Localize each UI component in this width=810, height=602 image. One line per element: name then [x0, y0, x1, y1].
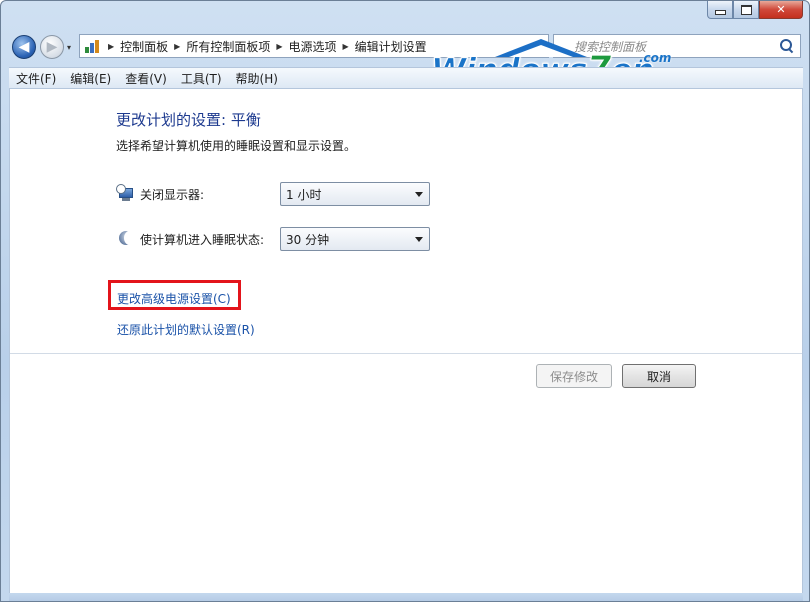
- page-subtitle: 选择希望计算机使用的睡眠设置和显示设置。: [116, 139, 357, 153]
- breadcrumb-separator-icon[interactable]: ▶: [174, 42, 180, 51]
- search-box[interactable]: [553, 34, 801, 58]
- refresh-icon[interactable]: ↻: [528, 35, 548, 57]
- monitor-icon: [116, 184, 134, 202]
- display-off-label: 关闭显示器:: [140, 188, 205, 202]
- forward-button[interactable]: ▶: [40, 35, 64, 59]
- chevron-down-icon: [415, 191, 423, 197]
- breadcrumb-power-options[interactable]: 电源选项: [289, 38, 337, 55]
- caption-buttons: ✕: [707, 1, 803, 19]
- restore-defaults-link[interactable]: 还原此计划的默认设置(R): [117, 321, 255, 338]
- maximize-icon: [740, 4, 752, 15]
- menu-file[interactable]: 文件(F): [9, 70, 63, 87]
- breadcrumb-edit-plan[interactable]: 编辑计划设置: [355, 38, 427, 55]
- breadcrumb-control-panel[interactable]: 控制面板: [120, 38, 168, 55]
- control-panel-icon: [84, 38, 102, 54]
- display-off-value: 1 小时: [286, 187, 322, 202]
- forward-arrow-icon: ▶: [46, 39, 58, 55]
- back-arrow-icon: ◀: [18, 39, 30, 55]
- close-button[interactable]: ✕: [759, 1, 803, 19]
- address-bar[interactable]: ▶ 控制面板 ▶ 所有控制面板项 ▶ 电源选项 ▶ 编辑计划设置: [79, 34, 549, 58]
- close-icon: ✕: [776, 3, 786, 16]
- advanced-power-settings-link[interactable]: 更改高级电源设置(C): [117, 290, 231, 307]
- page-title: 更改计划的设置: 平衡: [116, 111, 261, 129]
- divider: [10, 353, 802, 354]
- search-input[interactable]: [572, 38, 776, 56]
- minimize-icon: [714, 10, 726, 15]
- display-off-select[interactable]: 1 小时: [280, 182, 430, 206]
- control-panel-window: ✕ ◀ ▶ ▾ ▶ 控制面板 ▶ 所有控制面板项 ▶ 电源选项 ▶ 编辑计划设置…: [0, 0, 810, 602]
- breadcrumb-separator-icon[interactable]: ▶: [108, 42, 114, 51]
- breadcrumb-separator-icon[interactable]: ▶: [276, 42, 282, 51]
- back-button[interactable]: ◀: [12, 35, 36, 59]
- breadcrumb-separator-icon[interactable]: ▶: [343, 42, 349, 51]
- maximize-button[interactable]: [733, 1, 759, 19]
- menu-view[interactable]: 查看(V): [118, 70, 174, 87]
- menu-bar: 文件(F) 编辑(E) 查看(V) 工具(T) 帮助(H): [9, 67, 803, 89]
- menu-edit[interactable]: 编辑(E): [63, 70, 118, 87]
- cancel-button[interactable]: 取消: [622, 364, 696, 388]
- save-changes-button[interactable]: 保存修改: [536, 364, 612, 388]
- window-bottom-border: [9, 593, 803, 601]
- search-icon[interactable]: [780, 39, 794, 54]
- chevron-down-icon: [415, 236, 423, 242]
- recent-pages-dropdown-icon[interactable]: ▾: [67, 43, 71, 52]
- sleep-select[interactable]: 30 分钟: [280, 227, 430, 251]
- minimize-button[interactable]: [707, 1, 733, 19]
- moon-icon: [118, 230, 135, 246]
- sleep-value: 30 分钟: [286, 232, 330, 247]
- sleep-label: 使计算机进入睡眠状态:: [140, 233, 265, 247]
- menu-help[interactable]: 帮助(H): [229, 70, 285, 87]
- breadcrumb-all-items[interactable]: 所有控制面板项: [186, 38, 270, 55]
- content-pane: 更改计划的设置: 平衡 选择希望计算机使用的睡眠设置和显示设置。 关闭显示器: …: [9, 89, 803, 593]
- menu-tools[interactable]: 工具(T): [174, 70, 229, 87]
